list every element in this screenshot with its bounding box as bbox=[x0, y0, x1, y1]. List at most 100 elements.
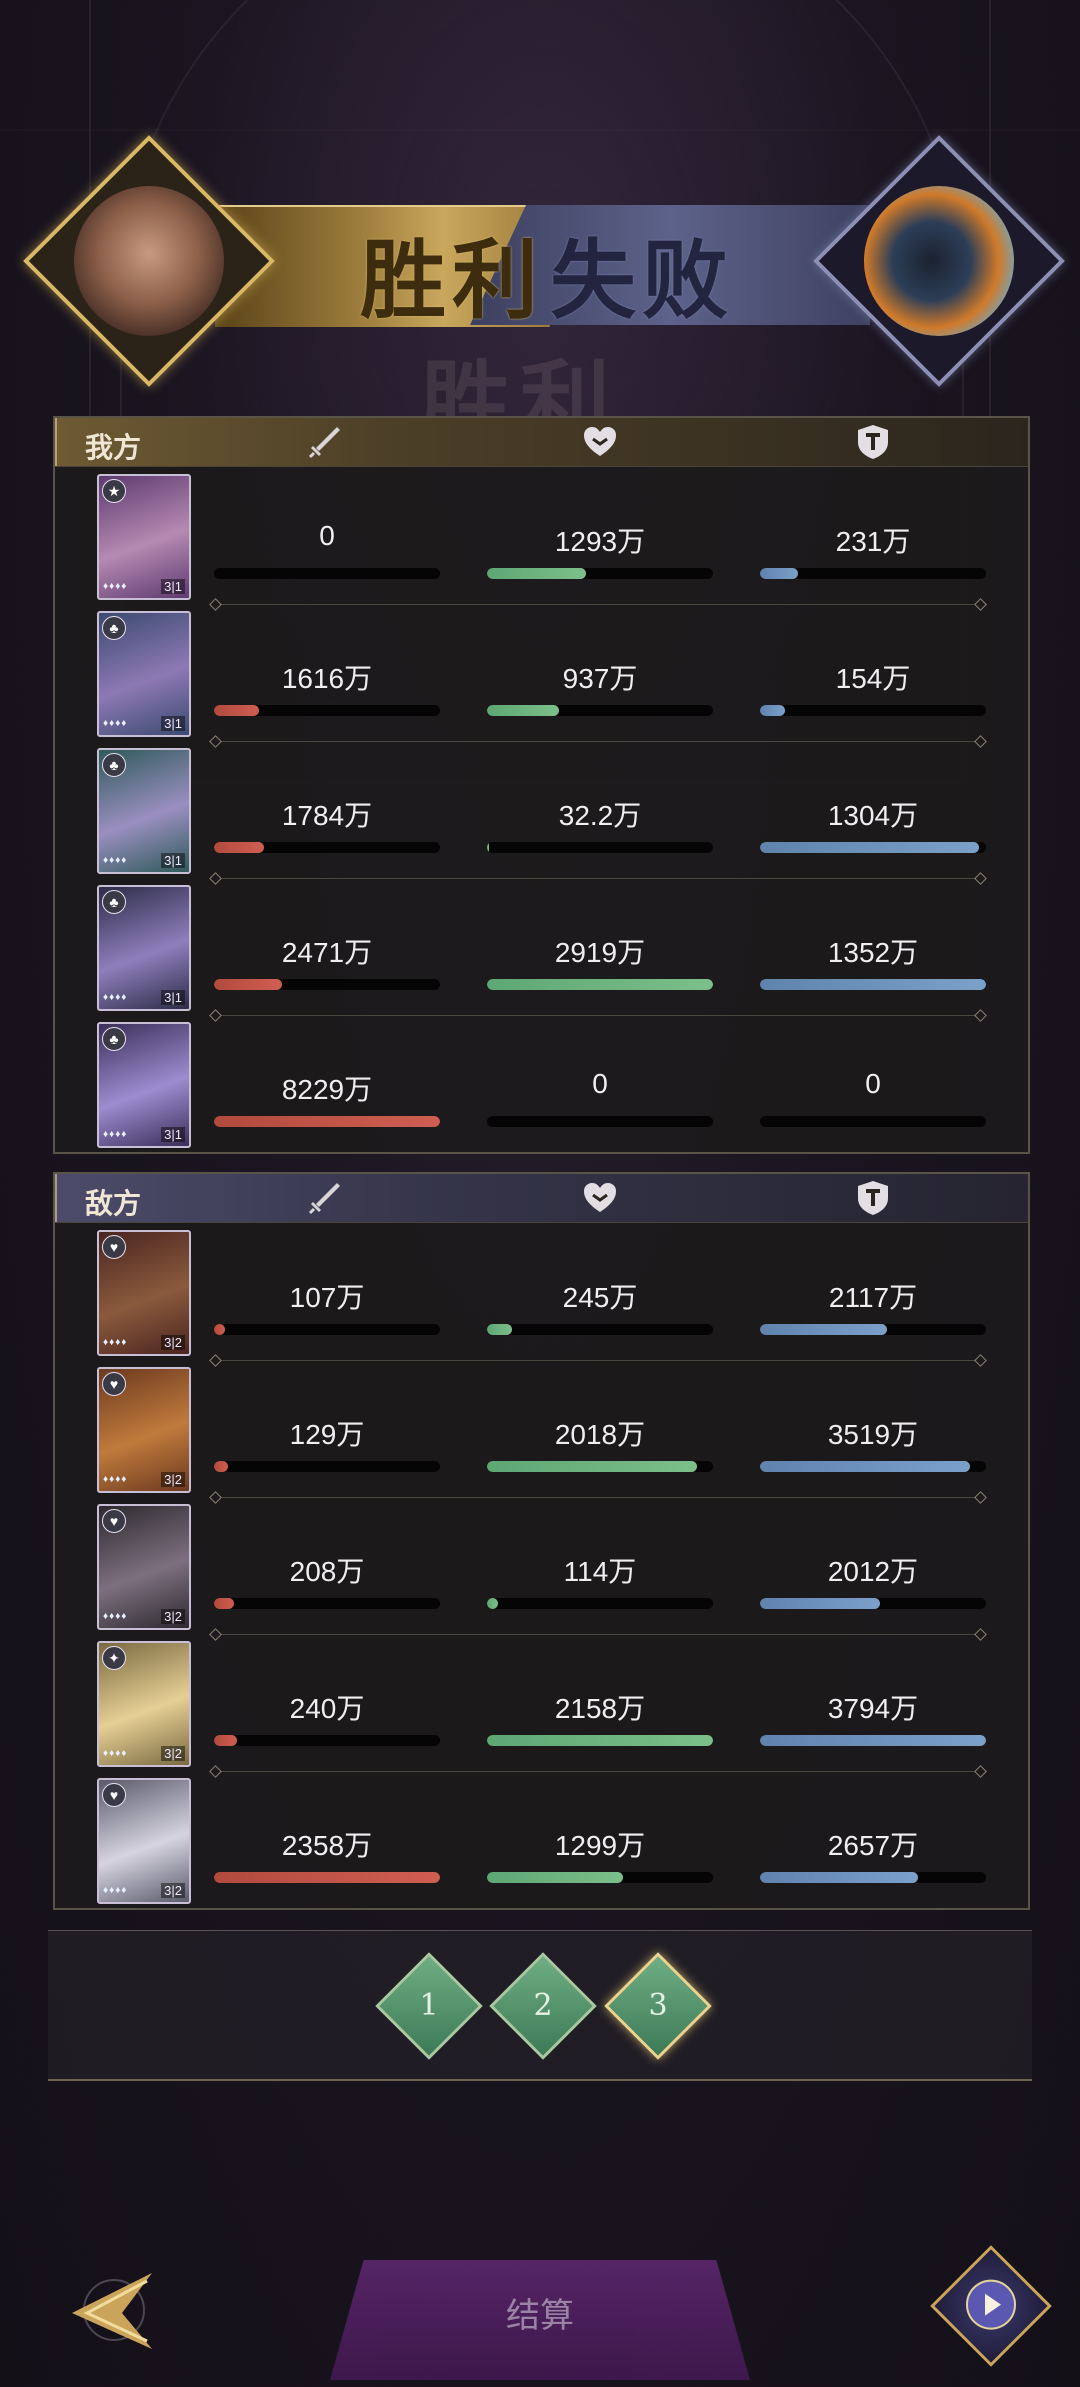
unit-portrait[interactable]: ♥ ♦♦♦♦ 3|2 bbox=[97, 1778, 191, 1904]
unit-portrait[interactable]: ♣ ♦♦♦♦ 3|1 bbox=[97, 611, 191, 737]
my-team-label: 我方 bbox=[85, 431, 142, 464]
heal-stat-value: 32.2万 bbox=[558, 800, 642, 831]
heal-stat-bar-fill bbox=[487, 1872, 623, 1883]
tank-stat-bar bbox=[760, 568, 986, 579]
heal-stat-bar bbox=[487, 1116, 713, 1127]
raven-portrait-icon bbox=[864, 186, 1014, 336]
heal-stat-value: 1293万 bbox=[554, 526, 646, 557]
tank-stat-value: 154万 bbox=[835, 663, 911, 694]
star-rating-icon: ♦♦♦♦ bbox=[103, 1337, 128, 1348]
heal-stat-bar bbox=[487, 568, 713, 579]
unit-portrait[interactable]: ♣ ♦♦♦♦ 3|1 bbox=[97, 1022, 191, 1148]
damage-stat-bar bbox=[214, 979, 440, 990]
unit-rank: 3|1 bbox=[161, 1127, 185, 1142]
unit-portrait[interactable]: ♥ ♦♦♦♦ 3|2 bbox=[97, 1367, 191, 1493]
damage-stat-bar-fill bbox=[214, 979, 282, 990]
shield-icon bbox=[858, 425, 888, 459]
shield-icon bbox=[858, 1181, 888, 1215]
tank-stat-value: 1352万 bbox=[827, 937, 919, 968]
enemy-team-header: 敌方 bbox=[55, 1174, 1028, 1223]
element-badge-icon: ♥ bbox=[102, 1509, 126, 1533]
heal-stat-bar bbox=[487, 979, 713, 990]
damage-stat-bar-fill bbox=[214, 842, 264, 853]
heal-stat-value: 245万 bbox=[562, 1282, 638, 1313]
unit-rank: 3|1 bbox=[161, 853, 185, 868]
tank-stat-value: 3794万 bbox=[827, 1693, 919, 1724]
tank-stat-value: 2117万 bbox=[828, 1282, 918, 1313]
tank-stat-bar-fill bbox=[760, 1324, 887, 1335]
damage-stat-bar-fill bbox=[214, 1461, 228, 1472]
tank-stat-bar bbox=[760, 1735, 986, 1746]
damage-stat-value: 2471万 bbox=[281, 937, 373, 968]
damage-stat-bar-fill bbox=[214, 1116, 440, 1127]
tank-stat-bar-fill bbox=[760, 568, 799, 579]
heal-stat-value: 2919万 bbox=[554, 937, 646, 968]
heal-stat-value: 937万 bbox=[562, 663, 638, 694]
heal-stat-bar-fill bbox=[487, 705, 560, 716]
tank-stat-bar-fill bbox=[760, 979, 986, 990]
heal-stat-bar-fill bbox=[487, 1735, 713, 1746]
heal-stat-bar bbox=[487, 1598, 713, 1609]
damage-stat-bar bbox=[214, 568, 440, 579]
damage-stat-bar bbox=[214, 842, 440, 853]
unit-portrait[interactable]: ♥ ♦♦♦♦ 3|2 bbox=[97, 1504, 191, 1630]
star-rating-icon: ♦♦♦♦ bbox=[103, 1129, 128, 1140]
unit-portrait[interactable]: ♣ ♦♦♦♦ 3|1 bbox=[97, 748, 191, 874]
heal-stat-value: 2158万 bbox=[554, 1693, 646, 1724]
tank-stat-bar-fill bbox=[760, 705, 785, 716]
damage-stat-bar bbox=[214, 1735, 440, 1746]
play-icon bbox=[966, 2279, 1016, 2330]
unit-portrait[interactable]: ♣ ♦♦♦♦ 3|1 bbox=[97, 885, 191, 1011]
unit-row: ♣ ♦♦♦♦ 3|1 1616万 937万 154万 bbox=[55, 607, 1028, 744]
damage-stat-bar-fill bbox=[214, 1324, 226, 1335]
unit-portrait[interactable]: ✦ ♦♦♦♦ 3|2 bbox=[97, 1641, 191, 1767]
unit-rank: 3|2 bbox=[161, 1472, 185, 1487]
result-banner: 胜利 失败 胜利 bbox=[0, 135, 1080, 456]
damage-stat-value: 1784万 bbox=[281, 800, 373, 831]
heal-stat-bar-fill bbox=[487, 568, 587, 579]
heal-stat-value: 2018万 bbox=[554, 1419, 646, 1450]
element-badge-icon: ♣ bbox=[102, 1027, 126, 1051]
unit-rank: 3|2 bbox=[161, 1609, 185, 1624]
damage-stat-value: 0 bbox=[319, 520, 335, 551]
tank-stat-value: 2657万 bbox=[827, 1830, 919, 1861]
settle-button-label: 结算 bbox=[506, 2296, 574, 2336]
round-2-label: 2 bbox=[533, 1988, 553, 2023]
damage-stat-value: 1616万 bbox=[281, 663, 373, 694]
damage-stat-bar bbox=[214, 1116, 440, 1127]
element-badge-icon: ★ bbox=[102, 479, 126, 503]
unit-row: ♣ ♦♦♦♦ 3|1 1784万 32.2万 1304万 bbox=[55, 744, 1028, 881]
damage-stat-bar bbox=[214, 1324, 440, 1335]
settle-button[interactable]: 结算 bbox=[330, 2260, 750, 2380]
element-badge-icon: ♥ bbox=[102, 1783, 126, 1807]
damage-stat-value: 129万 bbox=[289, 1419, 365, 1450]
damage-stat-bar-fill bbox=[214, 1598, 235, 1609]
enemy-avatar bbox=[813, 135, 1065, 387]
star-rating-icon: ♦♦♦♦ bbox=[103, 1885, 128, 1896]
sword-icon bbox=[308, 1183, 340, 1215]
tank-stat-bar bbox=[760, 1461, 986, 1472]
damage-stat-value: 8229万 bbox=[281, 1074, 373, 1105]
tank-stat-value: 3519万 bbox=[827, 1419, 919, 1450]
unit-row: ♣ ♦♦♦♦ 3|1 2471万 2919万 1352万 bbox=[55, 881, 1028, 1018]
sword-icon bbox=[308, 427, 340, 459]
player-avatar bbox=[23, 135, 275, 387]
tank-stat-bar bbox=[760, 1872, 986, 1883]
tank-stat-bar bbox=[760, 979, 986, 990]
star-rating-icon: ♦♦♦♦ bbox=[103, 1611, 128, 1622]
heal-stat-value: 0 bbox=[592, 1068, 608, 1099]
unit-rank: 3|2 bbox=[161, 1883, 185, 1898]
back-button[interactable] bbox=[52, 2265, 162, 2355]
unit-portrait[interactable]: ★ ♦♦♦♦ 3|1 bbox=[97, 474, 191, 600]
row-divider bbox=[215, 1015, 981, 1016]
row-divider bbox=[215, 878, 981, 879]
tank-stat-bar bbox=[760, 1598, 986, 1609]
heal-stat-bar bbox=[487, 842, 713, 853]
damage-stat-bar-fill bbox=[214, 705, 260, 716]
heal-stat-bar-fill bbox=[487, 979, 713, 990]
heal-stat-bar-fill bbox=[487, 1598, 499, 1609]
unit-portrait[interactable]: ♥ ♦♦♦♦ 3|2 bbox=[97, 1230, 191, 1356]
element-badge-icon: ♣ bbox=[102, 890, 126, 914]
heart-icon bbox=[584, 427, 616, 456]
unit-rank: 3|1 bbox=[161, 990, 185, 1005]
